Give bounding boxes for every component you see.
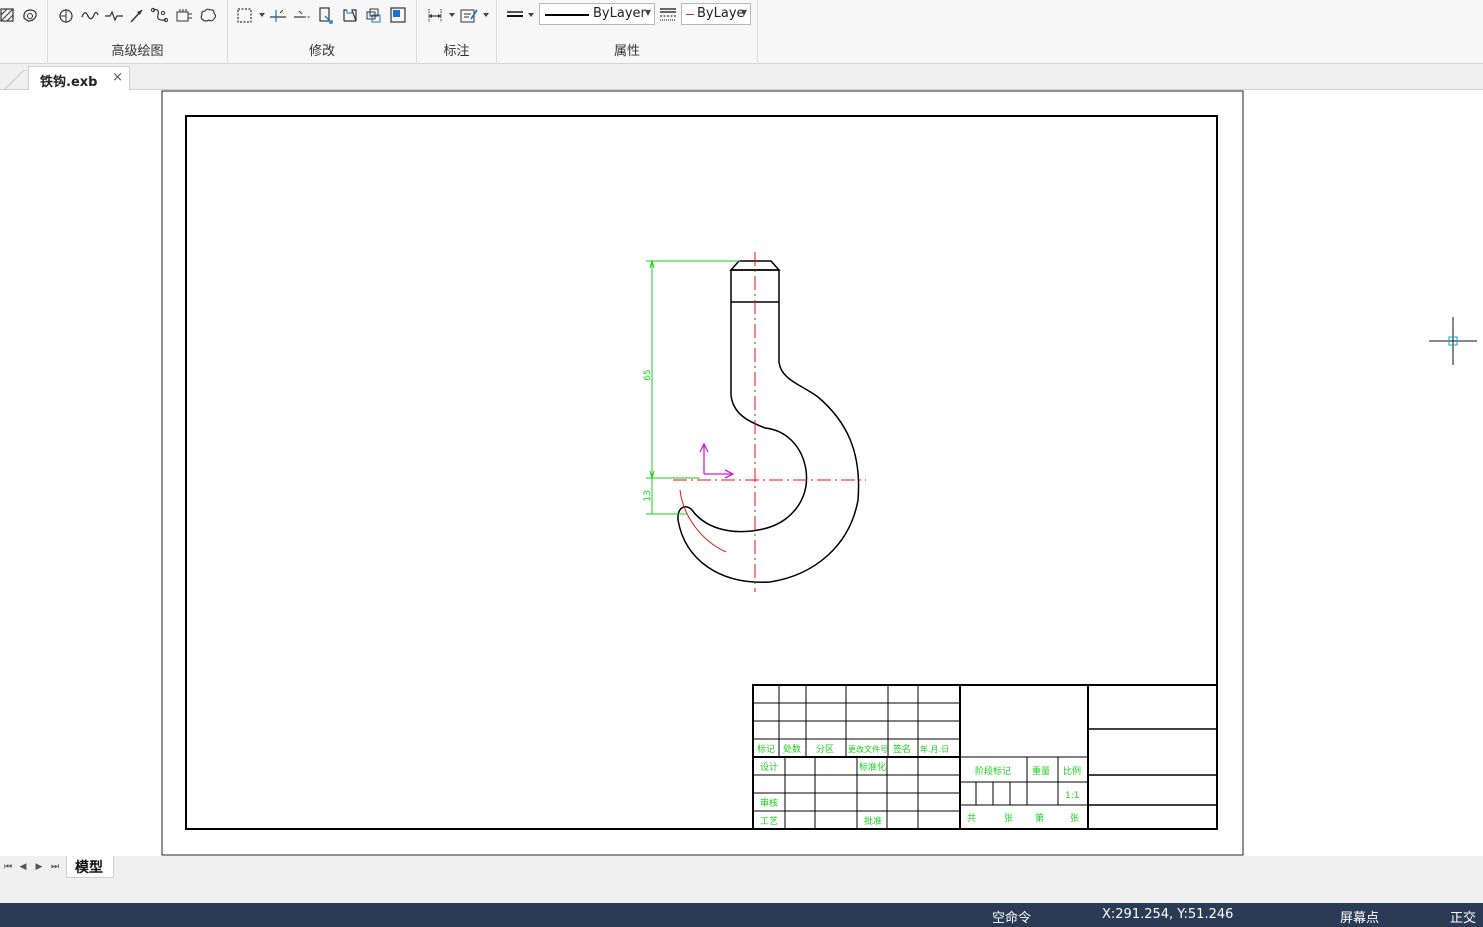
tb-count: 处数 — [783, 743, 801, 755]
tb-mark: 标记 — [757, 743, 775, 755]
prev-layout-icon[interactable]: ◀ — [17, 862, 29, 874]
chevron-down-icon[interactable] — [259, 12, 265, 18]
document-tab-label: 铁钩.exb — [40, 75, 98, 90]
tb-approve: 批准 — [864, 815, 882, 827]
color-value: ByLaye — [697, 6, 745, 21]
status-snap-mode[interactable]: 屏幕点 — [1340, 907, 1379, 926]
ribbon-group-advanced-draw: 高级绘图 — [48, 0, 228, 64]
tb-review: 审核 — [760, 797, 778, 809]
tb-standardize: 标准化 — [859, 761, 886, 773]
trim-icon[interactable] — [268, 4, 288, 26]
first-layout-icon[interactable]: ⏮ — [2, 862, 14, 874]
extend-icon[interactable] — [292, 4, 312, 26]
linetype-value: ByLayer — [593, 6, 646, 21]
tb-stage-mark: 阶段标记 — [975, 765, 1011, 777]
tb-zone: 分区 — [816, 744, 834, 755]
select-rect-icon[interactable] — [235, 4, 255, 26]
document-tab-strip: 铁钩.exb × — [0, 64, 1483, 90]
text-annotation-icon[interactable] — [459, 4, 479, 26]
arrow-line-icon[interactable] — [127, 4, 147, 26]
chevron-down-icon[interactable] — [449, 12, 455, 18]
status-bar: 空命令 X:291.254, Y:51.246 屏幕点 正交 — [0, 903, 1483, 927]
chevron-down-icon[interactable] — [483, 12, 489, 18]
color-combo[interactable]: ByLaye ▼ — [681, 3, 751, 25]
crosshair-cursor-icon — [1429, 317, 1477, 365]
tb-process: 工艺 — [760, 816, 778, 827]
group-label-advanced-draw: 高级绘图 — [111, 44, 164, 59]
chevron-down-icon: ▼ — [740, 8, 747, 17]
next-layout-icon[interactable]: ▶ — [33, 862, 45, 874]
tb-change-doc: 更改文件号 — [848, 744, 888, 754]
chevron-down-icon[interactable] — [528, 12, 534, 18]
tb-weight: 重量 — [1032, 765, 1050, 777]
tb-sheet: 张 — [1070, 813, 1079, 824]
tb-sign: 签名 — [893, 743, 911, 755]
ribbon-group-modify: 修改 — [228, 0, 417, 64]
document-tab[interactable]: 铁钩.exb × — [28, 66, 130, 90]
spline-icon[interactable] — [150, 4, 170, 26]
tb-no: 第 — [1035, 812, 1044, 824]
group-label-modify: 修改 — [308, 44, 335, 59]
dimension-text-13[interactable]: 13 — [643, 490, 653, 501]
last-layout-icon[interactable]: ⏭ — [49, 862, 61, 874]
tb-date: 年.月.日 — [920, 744, 949, 754]
tb-design: 设计 — [760, 761, 778, 773]
linetype-combo[interactable]: ByLayer ▼ — [539, 3, 655, 25]
chevron-down-icon: ▼ — [644, 8, 651, 17]
group-label-properties: 属性 — [613, 44, 640, 59]
cloud-line-icon[interactable] — [198, 4, 218, 26]
tb-total: 共 — [967, 813, 976, 824]
status-coordinates: X:291.254, Y:51.246 — [1102, 907, 1234, 922]
block-icon[interactable] — [388, 4, 408, 26]
stretch-icon[interactable] — [340, 4, 360, 26]
status-ortho-toggle[interactable]: 正交 — [1450, 907, 1476, 926]
tab-model-label: 模型 — [75, 860, 103, 876]
ribbon: 高级绘图 修改 标注 ByLayer ▼ ByLaye ▼ 属性 — [0, 0, 1483, 64]
paper-sheet — [161, 90, 1244, 856]
dimension-text-65[interactable]: 65 — [643, 369, 653, 380]
ribbon-group-properties: ByLayer ▼ ByLaye ▼ 属性 — [497, 0, 758, 64]
tab-model[interactable]: 模型 — [66, 856, 114, 878]
tb-scale-value: 1:1 — [1065, 791, 1079, 801]
tb-scale: 比例 — [1063, 765, 1081, 777]
dimension-icon[interactable] — [425, 4, 445, 26]
group-label-dimension: 标注 — [443, 44, 470, 59]
break-line-icon[interactable] — [104, 4, 124, 26]
hatch-icon[interactable] — [0, 4, 18, 26]
close-icon[interactable]: × — [112, 70, 123, 85]
layout-tab-strip: ⏮ ◀ ▶ ⏭ 模型 — [0, 856, 1483, 903]
linestyle-icon[interactable] — [658, 4, 678, 26]
line-weight-icon[interactable] — [505, 4, 525, 26]
linetype-preview — [545, 14, 589, 16]
tab-decoration — [4, 70, 30, 90]
drawing-svg[interactable]: 65 13 标记 处数 分区 更改文件号 签名 年.月.日 设计 标准化 审核 … — [0, 90, 1483, 856]
polygon-arc-icon[interactable] — [56, 4, 76, 26]
sheet-metal-icon[interactable] — [174, 4, 194, 26]
region-icon[interactable] — [20, 4, 40, 26]
tb-sheets: 张 — [1004, 813, 1013, 824]
array-icon[interactable] — [364, 4, 384, 26]
status-command: 空命令 — [992, 911, 1032, 926]
drawing-canvas[interactable]: 65 13 标记 处数 分区 更改文件号 签名 年.月.日 设计 标准化 审核 … — [0, 90, 1483, 856]
ribbon-group-draw-partial — [0, 0, 48, 64]
scale-icon[interactable] — [316, 4, 336, 26]
wave-line-icon[interactable] — [80, 4, 100, 26]
color-swatch — [686, 14, 694, 15]
ribbon-group-dimension: 标注 — [417, 0, 497, 64]
